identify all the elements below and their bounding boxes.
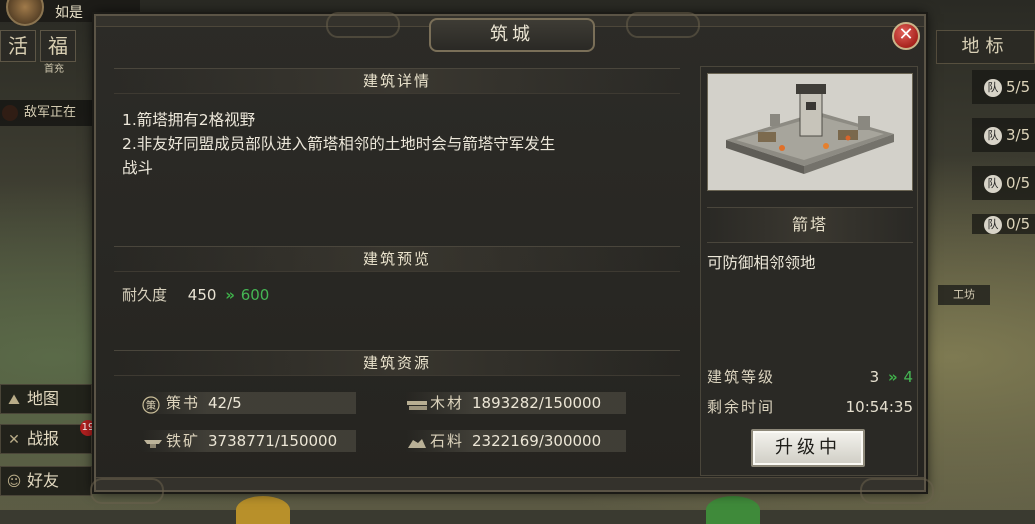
building-level-label: 建筑等级 [707,368,776,386]
resource-strategy-book: 策策书 42/5 [142,392,356,414]
workshop-map-label[interactable]: 工坊 [938,285,990,305]
troop-icon: 队 [984,174,1002,193]
resource-name: 铁矿 [166,432,201,450]
battle-report-button[interactable]: ✕ 战报 [0,424,92,454]
troop-icon: 队 [984,78,1002,97]
troop-queue-value: 3/5 [1006,126,1031,144]
enemy-notice[interactable]: 敌军正在 [0,100,100,126]
dialog-title: 筑城 [429,18,595,52]
frame-ornament [626,12,700,38]
resource-value: 3738771/150000 [208,432,338,450]
first-recharge-label: 首充 [44,64,64,75]
troop-queue-value: 5/5 [1006,78,1031,96]
detail-line-3: 战斗 [122,159,154,177]
durability-current: 450 [187,286,217,304]
durability-row: 耐久度 450 » 600 [122,284,269,305]
building-name: 箭塔 [707,207,913,243]
resource-name: 石料 [430,432,465,450]
troop-queue-2[interactable]: 队 3/5 [972,118,1035,152]
troop-queue-4[interactable]: 队 0/5 [972,214,1035,234]
detail-text: 1.箭塔拥有2格视野 2.非友好同盟成员部队进入箭塔相邻的土地时会与箭塔守军发生… [122,108,682,180]
remaining-time-label: 剩余时间 [707,398,776,416]
upgrade-arrow-icon: » [225,286,235,304]
level-next: 4 [903,368,913,386]
wood-icon [406,396,427,412]
iron-ore-icon [142,434,162,450]
map-button-label: 地图 [27,389,60,408]
battle-report-icon: ✕ [8,432,20,448]
troop-icon: 队 [984,215,1002,234]
troop-queue-1[interactable]: 队 5/5 [972,70,1035,104]
map-icon: ⛰ [8,392,20,408]
friends-label: 好友 [27,471,60,490]
strategy-book-icon: 策 [142,395,162,414]
frame-ornament [326,12,400,38]
event-chip-fu[interactable]: 福 [40,30,76,62]
durability-label: 耐久度 [122,286,168,304]
frame-ornament [90,478,164,504]
building-level-row: 建筑等级 3 » 4 [707,365,913,389]
friends-icon: ☺ [6,474,22,490]
landmark-tab[interactable]: 地标 [936,30,1035,64]
resource-wood: 木材 1893282/150000 [406,392,626,414]
stone-icon [406,434,426,450]
resource-iron-ore: 铁矿 3738771/150000 [142,430,356,452]
remaining-time-row: 剩余时间 10:54:35 [707,395,913,419]
friends-button[interactable]: ☺ 好友 [0,466,92,496]
detail-section-title: 建筑详情 [114,68,680,94]
detail-line-1: 1.箭塔拥有2格视野 [122,111,256,129]
level-current: 3 [869,368,880,386]
durability-next: 600 [240,286,270,304]
troop-queue-value: 0/5 [1006,174,1031,192]
build-city-dialog: 筑城 ✕ 建筑详情 1.箭塔拥有2格视野 2.非友好同盟成员部队进入箭塔相邻的土… [90,12,934,504]
preview-section-title: 建筑预览 [114,246,680,272]
resource-value: 2322169/300000 [472,432,602,450]
troop-queue-3[interactable]: 队 0/5 [972,166,1035,200]
close-icon: ✕ [898,24,914,45]
upgrading-button[interactable]: 升级中 [751,429,865,467]
arrow-tower-image [707,73,913,191]
detail-line-2: 2.非友好同盟成员部队进入箭塔相邻的土地时会与箭塔守军发生 [122,135,556,153]
player-name: 如是 [55,5,83,21]
bottom-orb-green[interactable] [706,496,760,524]
building-description: 可防御相邻领地 [707,254,816,272]
frame-ornament [860,478,934,504]
resource-name: 木材 [430,394,465,412]
event-chip-huo[interactable]: 活 [0,30,36,62]
resource-stone: 石料 2322169/300000 [406,430,626,452]
svg-text:策: 策 [146,399,156,412]
resource-value: 42/5 [208,394,242,412]
resource-section-title: 建筑资源 [114,350,680,376]
building-info-panel: 箭塔 可防御相邻领地 建筑等级 3 » 4 剩余时间 10:54:35 升级中 [700,66,918,476]
troop-icon: 队 [984,126,1002,145]
resource-name: 策书 [166,394,201,412]
dialog-bottom-frame [96,477,924,490]
upgrade-arrow-icon: » [887,368,898,386]
bottom-orb-gold[interactable] [236,496,290,524]
battle-report-label: 战报 [27,429,60,448]
troop-queue-value: 0/5 [1006,215,1031,233]
remaining-time-value: 10:54:35 [845,398,913,416]
building-level-value: 3 » 4 [870,365,913,389]
map-button[interactable]: ⛰ 地图 [0,384,92,414]
close-button[interactable]: ✕ [892,22,920,50]
resource-value: 1893282/150000 [472,394,602,412]
